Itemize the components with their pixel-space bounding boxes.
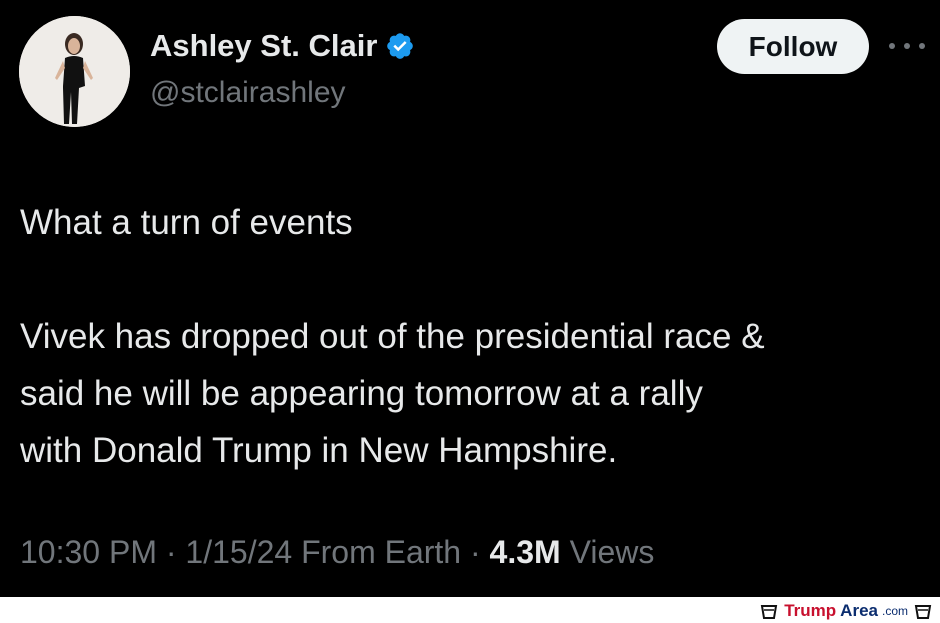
hat-logo-icon xyxy=(914,604,932,619)
tweet-card: Ashley St. Clair @stclairashley Follow W… xyxy=(0,0,940,597)
meta-separator: · xyxy=(469,534,481,570)
tweet-text-line: What a turn of events xyxy=(20,203,353,242)
watermark-trump: Trump xyxy=(784,600,837,620)
views-label: Views xyxy=(569,534,655,570)
meta-separator: · xyxy=(165,534,177,570)
tweet-date[interactable]: 1/15/24 xyxy=(185,534,292,570)
more-options-icon[interactable] xyxy=(889,36,925,56)
tweet-meta: 10:30 PM · 1/15/24 From Earth · 4.3M Vie… xyxy=(20,534,654,571)
more-dot xyxy=(889,43,895,49)
views-count[interactable]: 4.3M xyxy=(490,534,561,570)
watermark: Trump Area .com xyxy=(758,598,934,623)
more-dot xyxy=(904,43,910,49)
tweet-text-line: Vivek has dropped out of the presidentia… xyxy=(20,317,765,356)
watermark-com: .com xyxy=(881,603,908,618)
tweet-text: What a turn of events Vivek has dropped … xyxy=(20,194,930,479)
follow-button[interactable]: Follow xyxy=(717,19,869,74)
avatar[interactable] xyxy=(19,16,130,127)
author-name-row[interactable]: Ashley St. Clair xyxy=(150,28,415,64)
tweet-text-line: with Donald Trump in New Hampshire. xyxy=(20,431,618,470)
tweet-time[interactable]: 10:30 PM xyxy=(20,534,157,570)
hat-logo-icon xyxy=(761,604,778,619)
watermark-area: Area xyxy=(840,600,878,620)
tweet-text-line: said he will be appearing tomorrow at a … xyxy=(20,374,703,413)
author-handle[interactable]: @stclairashley xyxy=(150,76,346,110)
verified-badge-icon xyxy=(387,33,414,59)
more-dot xyxy=(919,43,925,49)
avatar-photo-icon xyxy=(19,16,130,127)
tweet-source: From Earth xyxy=(301,534,462,570)
author-name[interactable]: Ashley St. Clair xyxy=(150,28,377,64)
